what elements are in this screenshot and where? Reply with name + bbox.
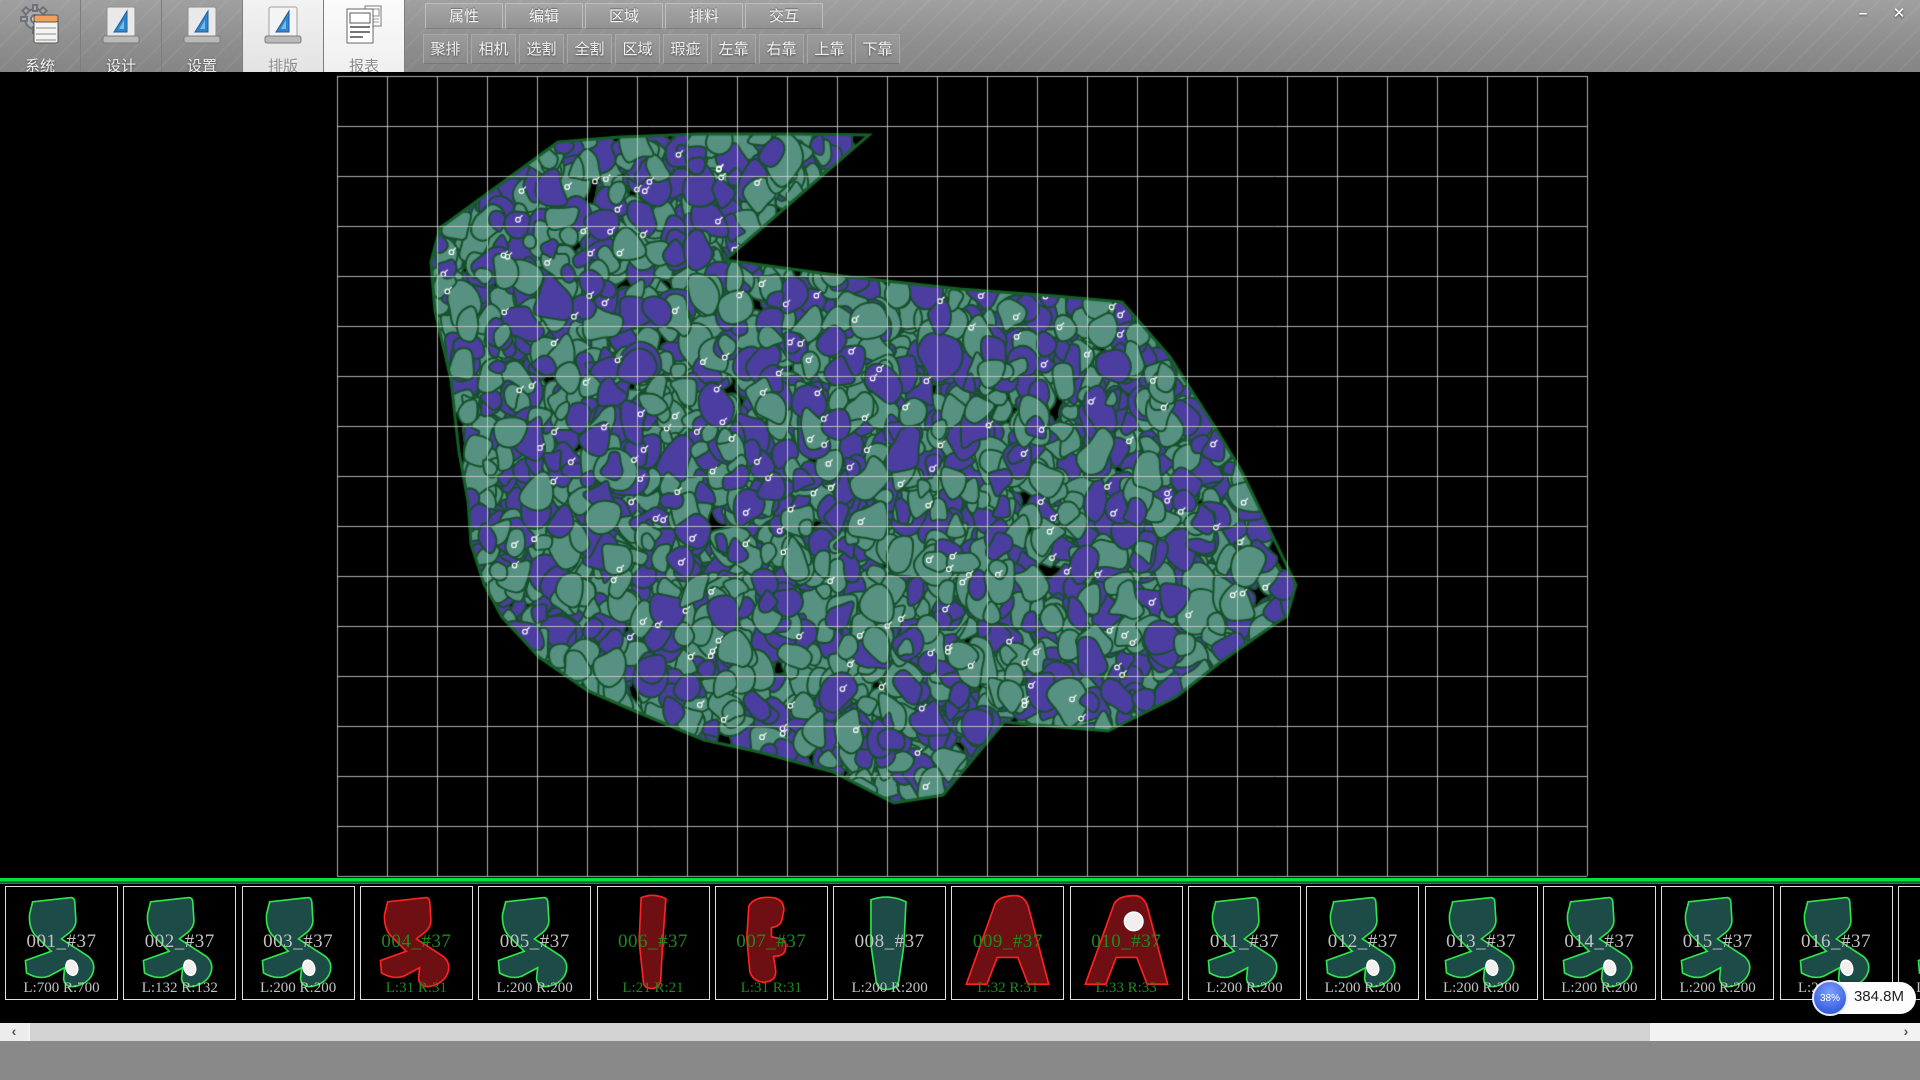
progress-circle: 38% bbox=[1812, 980, 1848, 1016]
piece-thumbnail[interactable]: 011_#37 L:200 R:200 bbox=[1188, 886, 1301, 1000]
piece-thumbnail[interactable]: 006_#37 L:21 R:21 bbox=[597, 886, 710, 1000]
piece-thumbnail[interactable]: 009_#37 L:32 R:31 bbox=[951, 886, 1064, 1000]
piece-name: 014_#37 bbox=[1544, 931, 1655, 953]
piece-thumbnail[interactable]: 010_#37 L:33 R:33 bbox=[1070, 886, 1183, 1000]
piece-thumbnail[interactable]: 003_#37 L:200 R:200 bbox=[242, 886, 355, 1000]
progress-value: 38% bbox=[1820, 993, 1840, 1004]
piece-thumbnail[interactable]: 012_#37 L:200 R:200 bbox=[1306, 886, 1419, 1000]
status-bar bbox=[0, 1041, 1920, 1080]
app-button-nesting-selected[interactable]: 排版 bbox=[243, 0, 324, 72]
tab-nesting[interactable]: 排料 bbox=[665, 3, 743, 29]
piece-sizes: L:200 R:200 bbox=[1544, 980, 1655, 997]
piece-name: 005_#37 bbox=[479, 931, 590, 953]
toolbar: 系统 设计 bbox=[0, 0, 1920, 73]
piece-sizes: L:200 R:200 bbox=[1662, 980, 1773, 997]
nesting-canvas[interactable] bbox=[0, 72, 1920, 878]
piece-name: 008_#37 bbox=[834, 931, 945, 953]
horizontal-scrollbar[interactable]: ‹ › bbox=[0, 1023, 1920, 1041]
settings-ruler-icon bbox=[179, 3, 225, 54]
piece-name: 009_#37 bbox=[952, 931, 1063, 953]
piece-sizes: L:33 R:33 bbox=[1071, 980, 1182, 997]
design-ruler-icon bbox=[98, 3, 144, 54]
tool-align-bottom[interactable]: 下靠 bbox=[855, 34, 900, 64]
piece-name: 011_#37 bbox=[1189, 931, 1300, 953]
piece-sizes: L:31 R:31 bbox=[361, 980, 472, 997]
piece-sizes: L:200 R:200 bbox=[479, 980, 590, 997]
piece-name: 002_#37 bbox=[124, 931, 235, 953]
piece-sizes: L:31 R:31 bbox=[716, 980, 827, 997]
tool-select-cut[interactable]: 选割 bbox=[519, 34, 564, 64]
report-document-icon bbox=[341, 3, 387, 54]
piece-name: 017_#37 bbox=[1899, 931, 1920, 953]
tool-align-top[interactable]: 上靠 bbox=[807, 34, 852, 64]
piece-sizes: L:200 R:200 bbox=[243, 980, 354, 997]
piece-name: 006_#37 bbox=[598, 931, 709, 953]
app-bar: 系统 设计 bbox=[0, 0, 405, 72]
tool-button-row: 聚排 相机 选割 全割 区域 瑕疵 左靠 右靠 上靠 下靠 bbox=[423, 34, 900, 64]
piece-sizes: L:700 R:700 bbox=[6, 980, 117, 997]
piece-thumbnail-strip: 001_#37 L:700 R:700 002_#37 L:132 R:132 … bbox=[0, 884, 1920, 1004]
piece-name: 004_#37 bbox=[361, 931, 472, 953]
piece-name: 016_#37 bbox=[1781, 931, 1892, 953]
piece-thumbnail[interactable]: 002_#37 L:132 R:132 bbox=[123, 886, 236, 1000]
scroll-left-icon[interactable]: ‹ bbox=[0, 1023, 28, 1041]
tool-cut-all[interactable]: 全割 bbox=[567, 34, 612, 64]
tool-align-left[interactable]: 左靠 bbox=[711, 34, 756, 64]
piece-sizes: L:200 R:200 bbox=[834, 980, 945, 997]
app-button-design[interactable]: 设计 bbox=[81, 0, 162, 72]
tab-properties[interactable]: 属性 bbox=[425, 3, 503, 29]
scroll-right-icon[interactable]: › bbox=[1892, 1023, 1920, 1041]
piece-name: 003_#37 bbox=[243, 931, 354, 953]
tool-align-right[interactable]: 右靠 bbox=[759, 34, 804, 64]
piece-sizes: L:132 R:132 bbox=[124, 980, 235, 997]
app-button-report[interactable]: 报表 bbox=[324, 0, 405, 72]
piece-sizes: L:200 R:200 bbox=[1307, 980, 1418, 997]
tool-camera[interactable]: 相机 bbox=[471, 34, 516, 64]
system-gear-icon bbox=[17, 3, 63, 54]
piece-sizes: L:21 R:21 bbox=[598, 980, 709, 997]
status-badge[interactable]: 384.8M 38% bbox=[1812, 980, 1916, 1016]
memory-value: 384.8M bbox=[1854, 988, 1904, 1005]
piece-thumbnail[interactable]: 005_#37 L:200 R:200 bbox=[478, 886, 591, 1000]
scrollbar-thumb[interactable] bbox=[30, 1023, 1650, 1041]
app-button-system[interactable]: 系统 bbox=[0, 0, 81, 72]
tool-defect[interactable]: 瑕疵 bbox=[663, 34, 708, 64]
tab-edit[interactable]: 编辑 bbox=[505, 3, 583, 29]
menu-tab-bar: 属性 编辑 区域 排料 交互 bbox=[425, 3, 823, 29]
tab-region[interactable]: 区域 bbox=[585, 3, 663, 29]
piece-name: 001_#37 bbox=[6, 931, 117, 953]
piece-sizes: L:32 R:31 bbox=[952, 980, 1063, 997]
piece-thumbnail[interactable]: 004_#37 L:31 R:31 bbox=[360, 886, 473, 1000]
piece-sizes: L:200 R:200 bbox=[1426, 980, 1537, 997]
tool-cluster-nest[interactable]: 聚排 bbox=[423, 34, 468, 64]
piece-sizes: L:200 R:200 bbox=[1189, 980, 1300, 997]
piece-name: 012_#37 bbox=[1307, 931, 1418, 953]
tool-region[interactable]: 区域 bbox=[615, 34, 660, 64]
window-controls: – ✕ bbox=[1848, 4, 1914, 26]
piece-thumbnail[interactable]: 014_#37 L:200 R:200 bbox=[1543, 886, 1656, 1000]
application-window: 系统 设计 bbox=[0, 0, 1920, 1080]
tab-interaction[interactable]: 交互 bbox=[745, 3, 823, 29]
close-icon[interactable]: ✕ bbox=[1884, 4, 1914, 26]
piece-name: 010_#37 bbox=[1071, 931, 1182, 953]
piece-thumbnail[interactable]: 008_#37 L:200 R:200 bbox=[833, 886, 946, 1000]
app-button-settings[interactable]: 设置 bbox=[162, 0, 243, 72]
piece-name: 015_#37 bbox=[1662, 931, 1773, 953]
nesting-ruler-icon bbox=[260, 3, 306, 54]
piece-thumbnail[interactable]: 001_#37 L:700 R:700 bbox=[5, 886, 118, 1000]
piece-name: 013_#37 bbox=[1426, 931, 1537, 953]
piece-thumbnail[interactable]: 013_#37 L:200 R:200 bbox=[1425, 886, 1538, 1000]
piece-thumbnail[interactable]: 015_#37 L:200 R:200 bbox=[1661, 886, 1774, 1000]
minimize-icon[interactable]: – bbox=[1848, 4, 1878, 26]
piece-thumbnail[interactable]: 007_#37 L:31 R:31 bbox=[715, 886, 828, 1000]
piece-name: 007_#37 bbox=[716, 931, 827, 953]
